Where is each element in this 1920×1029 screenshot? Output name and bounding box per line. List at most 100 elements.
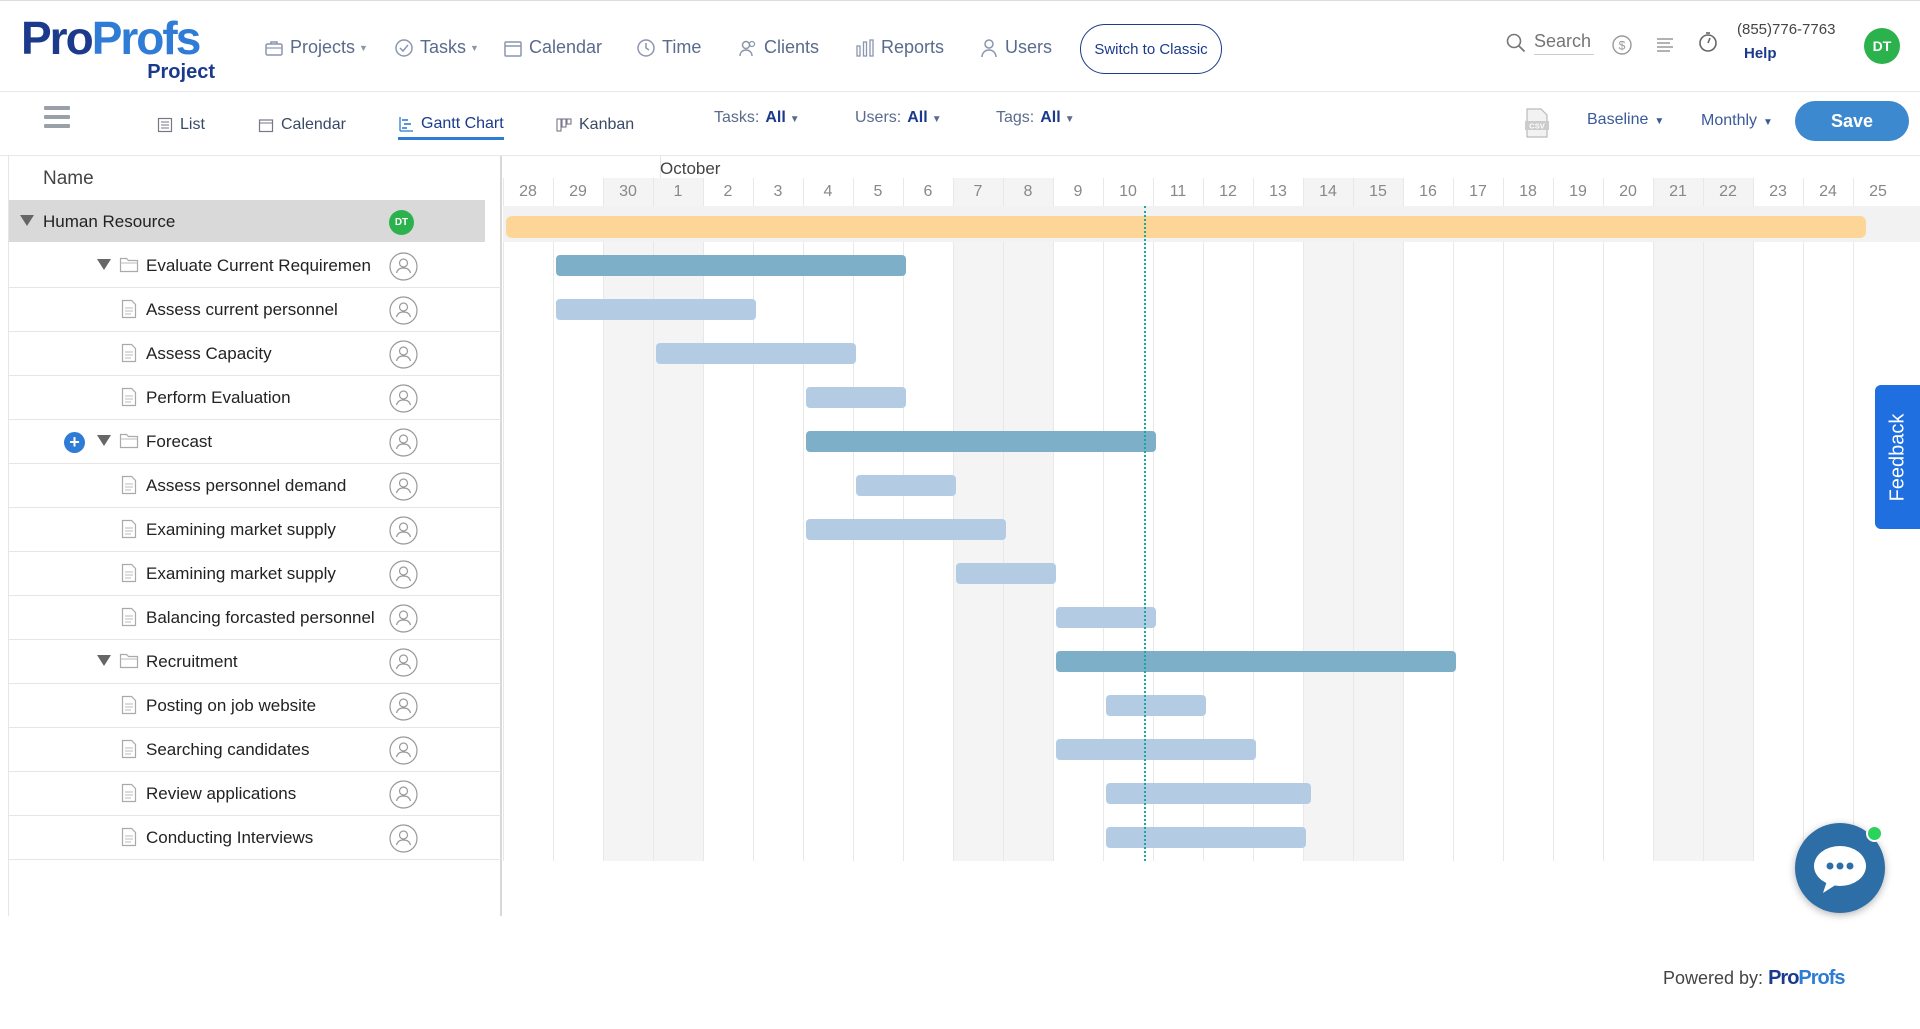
group-bar[interactable]: [1056, 651, 1456, 672]
task-group-row[interactable]: Recruitment: [9, 640, 501, 684]
task-bar[interactable]: [956, 563, 1056, 584]
switch-to-classic-button[interactable]: Switch to Classic: [1080, 24, 1222, 74]
tab-gantt-chart[interactable]: Gantt Chart: [398, 110, 504, 140]
group-bar[interactable]: [556, 255, 906, 276]
help-link[interactable]: Help: [1744, 45, 1777, 62]
day-column: [653, 178, 703, 861]
timer-icon[interactable]: [1697, 31, 1719, 53]
day-label: 24: [1819, 183, 1837, 200]
collapse-toggle-icon[interactable]: [97, 259, 111, 270]
project-row[interactable]: Human Resource DT: [9, 200, 485, 242]
day-column: [1253, 178, 1303, 861]
nav-users[interactable]: Users: [979, 37, 1052, 58]
assign-user-icon[interactable]: [389, 824, 418, 853]
add-task-icon[interactable]: +: [64, 432, 85, 453]
collapse-toggle-icon[interactable]: [20, 215, 34, 226]
task-row[interactable]: Examining market supply: [9, 508, 501, 552]
clients-icon: [739, 40, 756, 56]
task-bar[interactable]: [806, 519, 1006, 540]
nav-projects[interactable]: Projects ▼: [264, 37, 368, 58]
day-label: 12: [1219, 183, 1237, 200]
task-row[interactable]: Review applications: [9, 772, 501, 816]
assign-user-icon[interactable]: [389, 472, 418, 501]
nav-calendar[interactable]: Calendar: [503, 37, 602, 58]
task-row[interactable]: Examining market supply: [9, 552, 501, 596]
assign-user-icon[interactable]: [389, 780, 418, 809]
nav-time[interactable]: Time: [636, 37, 701, 58]
assign-user-icon[interactable]: [389, 340, 418, 369]
tab-list[interactable]: List: [157, 110, 205, 140]
csv-export-icon[interactable]: CSV: [1524, 108, 1550, 138]
menu-toggle-icon[interactable]: [44, 106, 70, 128]
task-row[interactable]: Conducting Interviews: [9, 816, 501, 860]
assignee-avatar[interactable]: DT: [389, 210, 414, 235]
lines-icon[interactable]: [1654, 34, 1676, 56]
tags-filter[interactable]: Tags: All ▼: [996, 109, 1075, 127]
collapse-toggle-icon[interactable]: [97, 655, 111, 666]
kanban-icon: [556, 118, 572, 132]
assign-user-icon[interactable]: [389, 736, 418, 765]
tab-calendar[interactable]: Calendar: [258, 110, 346, 140]
task-row[interactable]: Assess current personnel: [9, 288, 501, 332]
users-filter-label: Users:: [855, 109, 902, 126]
task-bar[interactable]: [556, 299, 756, 320]
day-label: 5: [873, 183, 883, 200]
nav-clients[interactable]: Clients: [738, 37, 819, 58]
assign-user-icon[interactable]: [389, 560, 418, 589]
assign-user-icon[interactable]: [389, 296, 418, 325]
dollar-icon[interactable]: $: [1611, 34, 1633, 56]
feedback-tab[interactable]: Feedback: [1875, 385, 1920, 529]
tab-kanban[interactable]: Kanban: [556, 110, 634, 140]
row-label: Conducting Interviews: [146, 828, 314, 847]
project-bar[interactable]: [506, 216, 1866, 238]
assign-user-icon[interactable]: [389, 428, 418, 457]
save-button[interactable]: Save: [1795, 101, 1909, 141]
users-filter[interactable]: Users: All ▼: [855, 109, 942, 127]
user-avatar[interactable]: DT: [1864, 28, 1900, 64]
task-row[interactable]: Posting on job website: [9, 684, 501, 728]
task-bar[interactable]: [656, 343, 856, 364]
assign-user-icon[interactable]: [389, 516, 418, 545]
proprofs-project-logo[interactable]: ProProfs Project: [21, 15, 221, 85]
search-box[interactable]: [1506, 31, 1594, 55]
task-bar[interactable]: [856, 475, 956, 496]
document-icon: [121, 827, 137, 847]
powered-by[interactable]: Powered by: ProProfs: [1663, 967, 1846, 990]
task-bar[interactable]: [1106, 695, 1206, 716]
task-group-row[interactable]: Evaluate Current Requiremen: [9, 244, 501, 288]
assign-user-icon[interactable]: [389, 648, 418, 677]
assign-user-icon[interactable]: [389, 384, 418, 413]
nav-calendar-label: Calendar: [529, 37, 603, 57]
tasks-filter[interactable]: Tasks: All ▼: [714, 109, 800, 127]
task-bar[interactable]: [1106, 783, 1311, 804]
task-bar[interactable]: [1056, 607, 1156, 628]
task-row[interactable]: Searching candidates: [9, 728, 501, 772]
assign-user-icon[interactable]: [389, 252, 418, 281]
day-label: 15: [1369, 183, 1387, 200]
task-row[interactable]: Balancing forcasted personnel: [9, 596, 501, 640]
task-row[interactable]: Assess Capacity: [9, 332, 501, 376]
search-input[interactable]: [1534, 31, 1594, 55]
task-bar[interactable]: [806, 387, 906, 408]
name-column-header[interactable]: Name: [43, 168, 94, 190]
assign-user-icon[interactable]: [389, 604, 418, 633]
task-group-row[interactable]: + Forecast: [9, 420, 501, 464]
baseline-dropdown[interactable]: Baseline ▼: [1587, 111, 1664, 129]
collapse-toggle-icon[interactable]: [97, 435, 111, 446]
group-bar[interactable]: [806, 431, 1156, 452]
task-bar[interactable]: [1056, 739, 1256, 760]
document-icon: [121, 519, 137, 539]
nav-reports[interactable]: Reports: [855, 37, 944, 58]
day-column: [1353, 178, 1403, 861]
nav-tasks[interactable]: Tasks ▼: [394, 37, 479, 58]
list-icon: [157, 117, 173, 133]
row-label: Examining market supply: [146, 520, 336, 539]
task-bar[interactable]: [1106, 827, 1306, 848]
nav-time-label: Time: [662, 37, 702, 57]
task-row[interactable]: Perform Evaluation: [9, 376, 501, 420]
tab-gantt-chart-label: Gantt Chart: [421, 114, 504, 132]
period-dropdown[interactable]: Monthly ▼: [1701, 112, 1773, 130]
task-row[interactable]: Assess personnel demand: [9, 464, 501, 508]
assign-user-icon[interactable]: [389, 692, 418, 721]
chat-widget-button[interactable]: [1795, 823, 1885, 913]
